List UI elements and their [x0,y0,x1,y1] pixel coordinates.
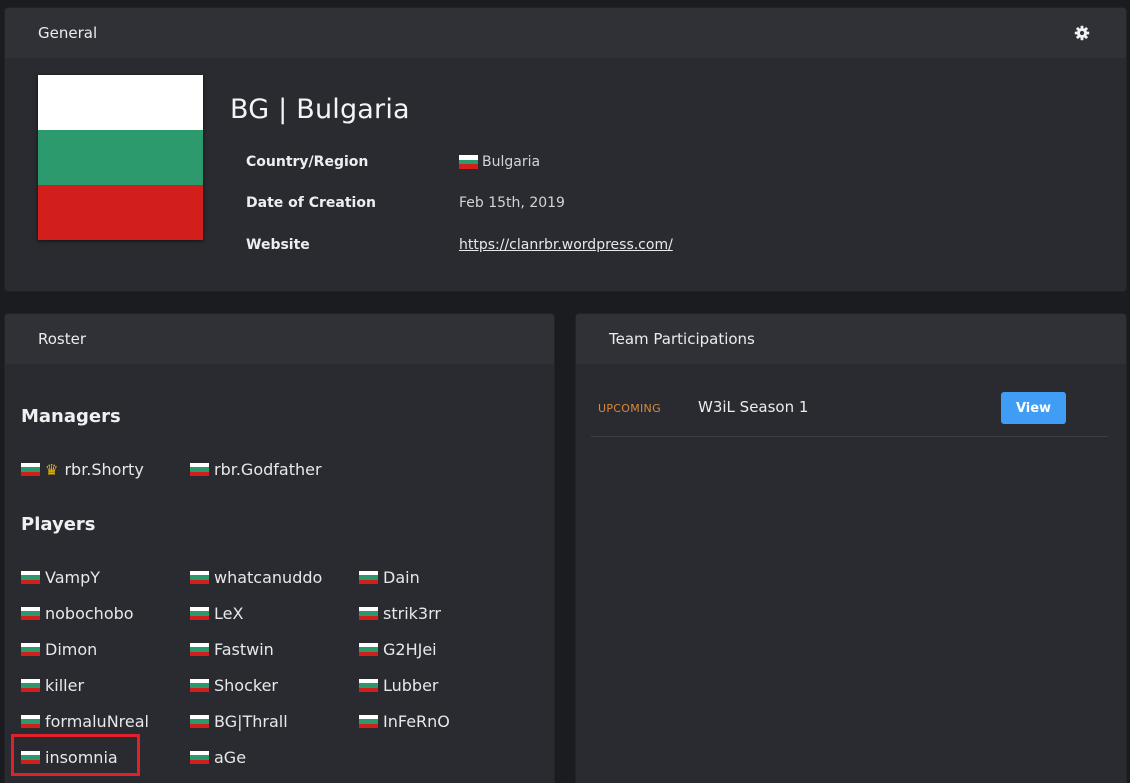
player-item[interactable]: Dain [359,568,420,587]
player-name: nobochobo [45,604,134,623]
player-item[interactable]: BG|Thrall [190,712,288,731]
player-name: VampY [45,568,101,587]
country-label: Country/Region [246,154,369,170]
event-name: W3iL Season 1 [698,398,809,416]
participations-header: Team Participations [576,314,1126,364]
team-flag-image [38,75,203,240]
website-link[interactable]: https://clanrbr.wordpress.com/ [459,237,673,253]
website-value: https://clanrbr.wordpress.com/ [459,237,673,253]
player-name: strik3rr [383,604,441,623]
bulgaria-flag-icon [359,678,378,693]
bulgaria-flag-icon [21,606,40,621]
country-value: Bulgaria [459,154,540,170]
player-name: Dimon [45,640,98,659]
player-name: formaluNreal [45,712,149,731]
country-name: Bulgaria [482,154,541,170]
players-title: Players [21,514,96,535]
participation-row: UPCOMING W3iL Season 1 View [591,384,1108,437]
bulgaria-flag-icon [21,714,40,729]
website-label: Website [246,237,310,253]
bulgaria-flag-icon [190,462,209,477]
bulgaria-flag-icon [190,750,209,765]
general-header: General [5,8,1126,58]
player-name: Dain [383,568,420,587]
player-name: Lubber [383,676,439,695]
team-title: BG | Bulgaria [230,94,410,125]
player-item[interactable]: strik3rr [359,604,441,623]
status-badge: UPCOMING [598,402,661,415]
player-item[interactable]: killer [21,676,84,695]
bulgaria-flag-icon [190,570,209,585]
player-name: whatcanuddo [214,568,323,587]
roster-header: Roster [5,314,554,364]
roster-card: Roster Managers ♛ rbr.Shorty rbr.Godfath… [5,314,554,783]
player-name: BG|Thrall [214,712,288,731]
player-item[interactable]: LeX [190,604,243,623]
player-name: InFeRnO [383,712,450,731]
bulgaria-flag-icon [21,678,40,693]
player-name: G2HJei [383,640,437,659]
bulgaria-flag-icon [21,570,40,585]
player-name: LeX [214,604,244,623]
manager-name: rbr.Godfather [214,460,322,479]
player-item[interactable]: aGe [190,748,246,767]
general-card: General BG | Bulgaria Country/Region Bul… [5,8,1126,291]
general-header-title: General [38,24,98,42]
player-item[interactable]: Lubber [359,676,439,695]
manager-item[interactable]: rbr.Godfather [190,460,322,479]
roster-header-title: Roster [38,330,87,348]
player-item[interactable]: formaluNreal [21,712,149,731]
crown-icon: ♛ [45,460,59,479]
gear-icon[interactable] [1074,25,1090,41]
player-item[interactable]: whatcanuddo [190,568,322,587]
bulgaria-flag-icon [359,606,378,621]
bulgaria-flag-icon [21,642,40,657]
bulgaria-flag-icon [190,606,209,621]
bulgaria-flag-icon [190,678,209,693]
creation-value: Feb 15th, 2019 [459,195,565,211]
player-name: killer [45,676,85,695]
player-item[interactable]: VampY [21,568,100,587]
manager-item[interactable]: ♛ rbr.Shorty [21,460,144,479]
manager-name: rbr.Shorty [64,460,144,479]
bulgaria-flag-icon [359,642,378,657]
player-item[interactable]: Shocker [190,676,278,695]
player-item[interactable]: Fastwin [190,640,274,659]
participations-card: Team Participations UPCOMING W3iL Season… [576,314,1126,783]
highlight-box [11,734,140,776]
bulgaria-flag-icon [190,714,209,729]
player-item[interactable]: nobochobo [21,604,134,623]
player-item[interactable]: Dimon [21,640,97,659]
view-button[interactable]: View [1001,392,1066,424]
player-name: aGe [214,748,247,767]
bulgaria-flag-icon [359,570,378,585]
bulgaria-flag-icon [21,462,40,477]
player-item[interactable]: InFeRnO [359,712,450,731]
player-item[interactable]: G2HJei [359,640,437,659]
player-name: Fastwin [214,640,274,659]
bulgaria-flag-icon [190,642,209,657]
participations-header-title: Team Participations [609,330,755,348]
managers-title: Managers [21,406,121,427]
bulgaria-flag-icon [359,714,378,729]
player-name: Shocker [214,676,278,695]
bulgaria-flag-icon [459,155,478,169]
creation-label: Date of Creation [246,195,376,211]
